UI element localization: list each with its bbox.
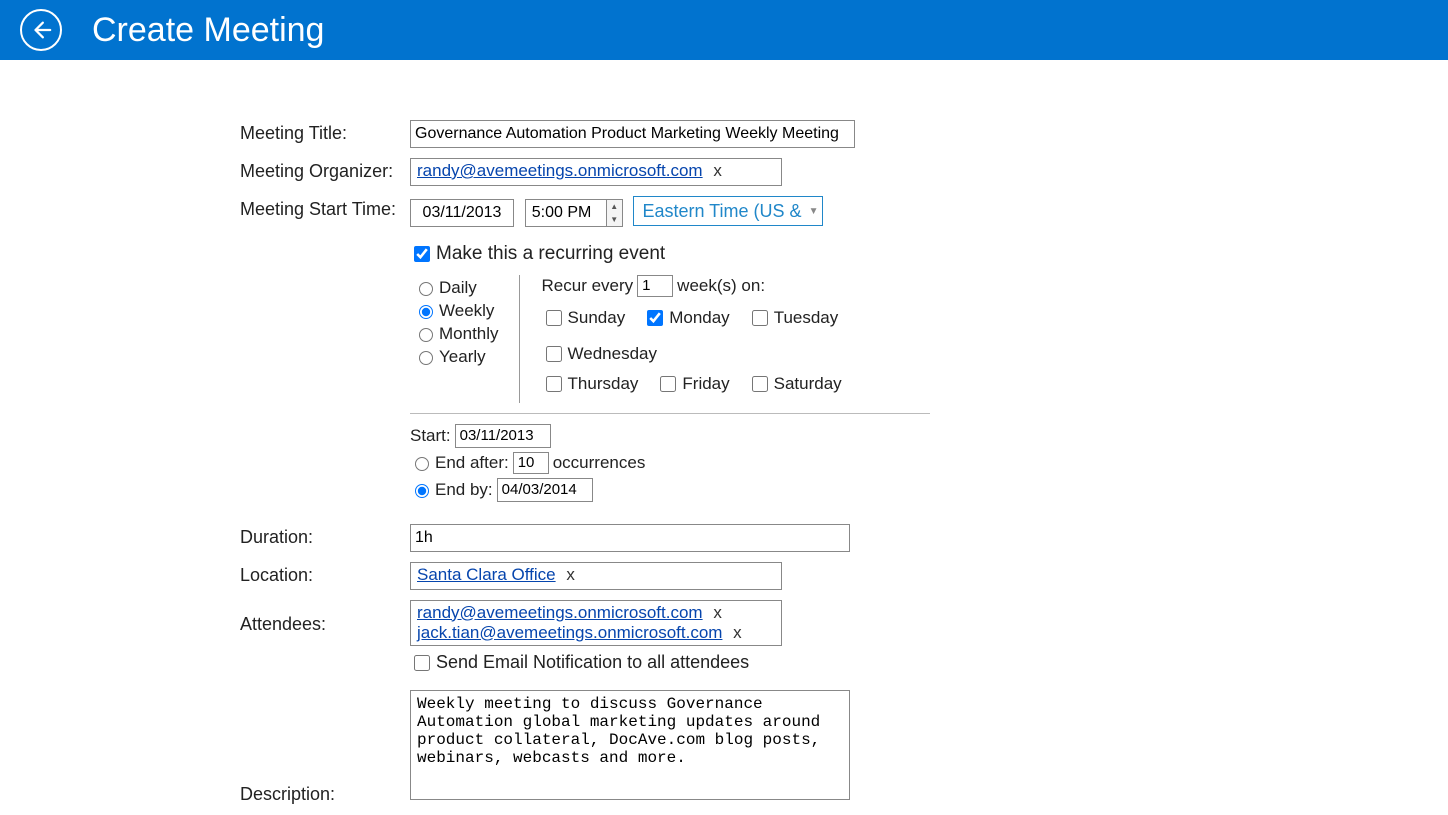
meeting-title-input[interactable] — [410, 120, 855, 148]
day-monday-checkbox[interactable] — [647, 310, 663, 326]
end-by-input[interactable] — [497, 478, 593, 502]
page-title: Create Meeting — [92, 11, 324, 50]
time-up-button[interactable]: ▲ — [607, 200, 622, 213]
send-notification-checkbox[interactable] — [414, 655, 430, 671]
recur-interval-input[interactable] — [637, 275, 673, 297]
arrow-left-icon — [30, 19, 52, 41]
location-field[interactable]: Santa Clara Office x — [410, 562, 782, 590]
end-after-radio[interactable] — [415, 457, 429, 471]
location-tag[interactable]: Santa Clara Office — [417, 565, 556, 584]
attendees-label: Attendees: — [240, 600, 410, 635]
organizer-field[interactable]: randy@avemeetings.onmicrosoft.com x — [410, 158, 782, 186]
start-date-input[interactable] — [410, 199, 514, 227]
start-time-input[interactable] — [526, 200, 606, 226]
meeting-start-label: Meeting Start Time: — [240, 196, 410, 220]
day-wednesday-checkbox[interactable] — [546, 346, 562, 362]
duration-label: Duration: — [240, 524, 410, 548]
back-button[interactable] — [20, 9, 62, 51]
duration-input[interactable] — [410, 524, 850, 552]
chevron-down-icon: ▼ — [809, 206, 819, 217]
attendee-tag[interactable]: jack.tian@avemeetings.onmicrosoft.com — [417, 623, 722, 642]
location-label: Location: — [240, 562, 410, 586]
day-friday-checkbox[interactable] — [660, 376, 676, 392]
description-label: Description: — [240, 781, 410, 805]
attendee-tag[interactable]: randy@avemeetings.onmicrosoft.com — [417, 603, 703, 622]
location-remove-button[interactable]: x — [560, 565, 575, 584]
timezone-value: Eastern Time (US & — [642, 201, 801, 222]
freq-yearly-radio[interactable] — [419, 351, 433, 365]
freq-daily-radio[interactable] — [419, 282, 433, 296]
day-thursday-checkbox[interactable] — [546, 376, 562, 392]
description-textarea[interactable] — [410, 690, 850, 800]
day-tuesday-checkbox[interactable] — [752, 310, 768, 326]
range-start-label: Start: — [410, 426, 451, 446]
divider — [410, 413, 930, 414]
end-after-input[interactable] — [513, 452, 549, 474]
timezone-dropdown[interactable]: Eastern Time (US & ▼ — [633, 196, 823, 226]
attendee-remove-button[interactable]: x — [707, 603, 722, 622]
send-notification-label: Send Email Notification to all attendees — [436, 652, 749, 673]
occurrences-label: occurrences — [553, 453, 646, 473]
day-saturday-checkbox[interactable] — [752, 376, 768, 392]
range-start-input[interactable] — [455, 424, 551, 448]
freq-weekly-radio[interactable] — [419, 305, 433, 319]
freq-monthly-radio[interactable] — [419, 328, 433, 342]
meeting-organizer-label: Meeting Organizer: — [240, 158, 410, 182]
day-sunday-checkbox[interactable] — [546, 310, 562, 326]
organizer-remove-button[interactable]: x — [707, 161, 722, 180]
attendees-field[interactable]: randy@avemeetings.onmicrosoft.com x jack… — [410, 600, 782, 646]
create-meeting-form: Meeting Title: Meeting Organizer: randy@… — [0, 60, 1200, 805]
recurring-label: Make this a recurring event — [436, 243, 665, 265]
end-by-radio[interactable] — [415, 484, 429, 498]
end-after-label: End after: — [435, 453, 509, 473]
time-down-button[interactable]: ▼ — [607, 213, 622, 226]
page-header: Create Meeting — [0, 0, 1448, 60]
end-by-label: End by: — [435, 480, 493, 500]
meeting-title-label: Meeting Title: — [240, 120, 410, 144]
organizer-tag[interactable]: randy@avemeetings.onmicrosoft.com — [417, 161, 703, 180]
attendee-remove-button[interactable]: x — [727, 623, 742, 642]
recurring-checkbox[interactable] — [414, 246, 430, 262]
